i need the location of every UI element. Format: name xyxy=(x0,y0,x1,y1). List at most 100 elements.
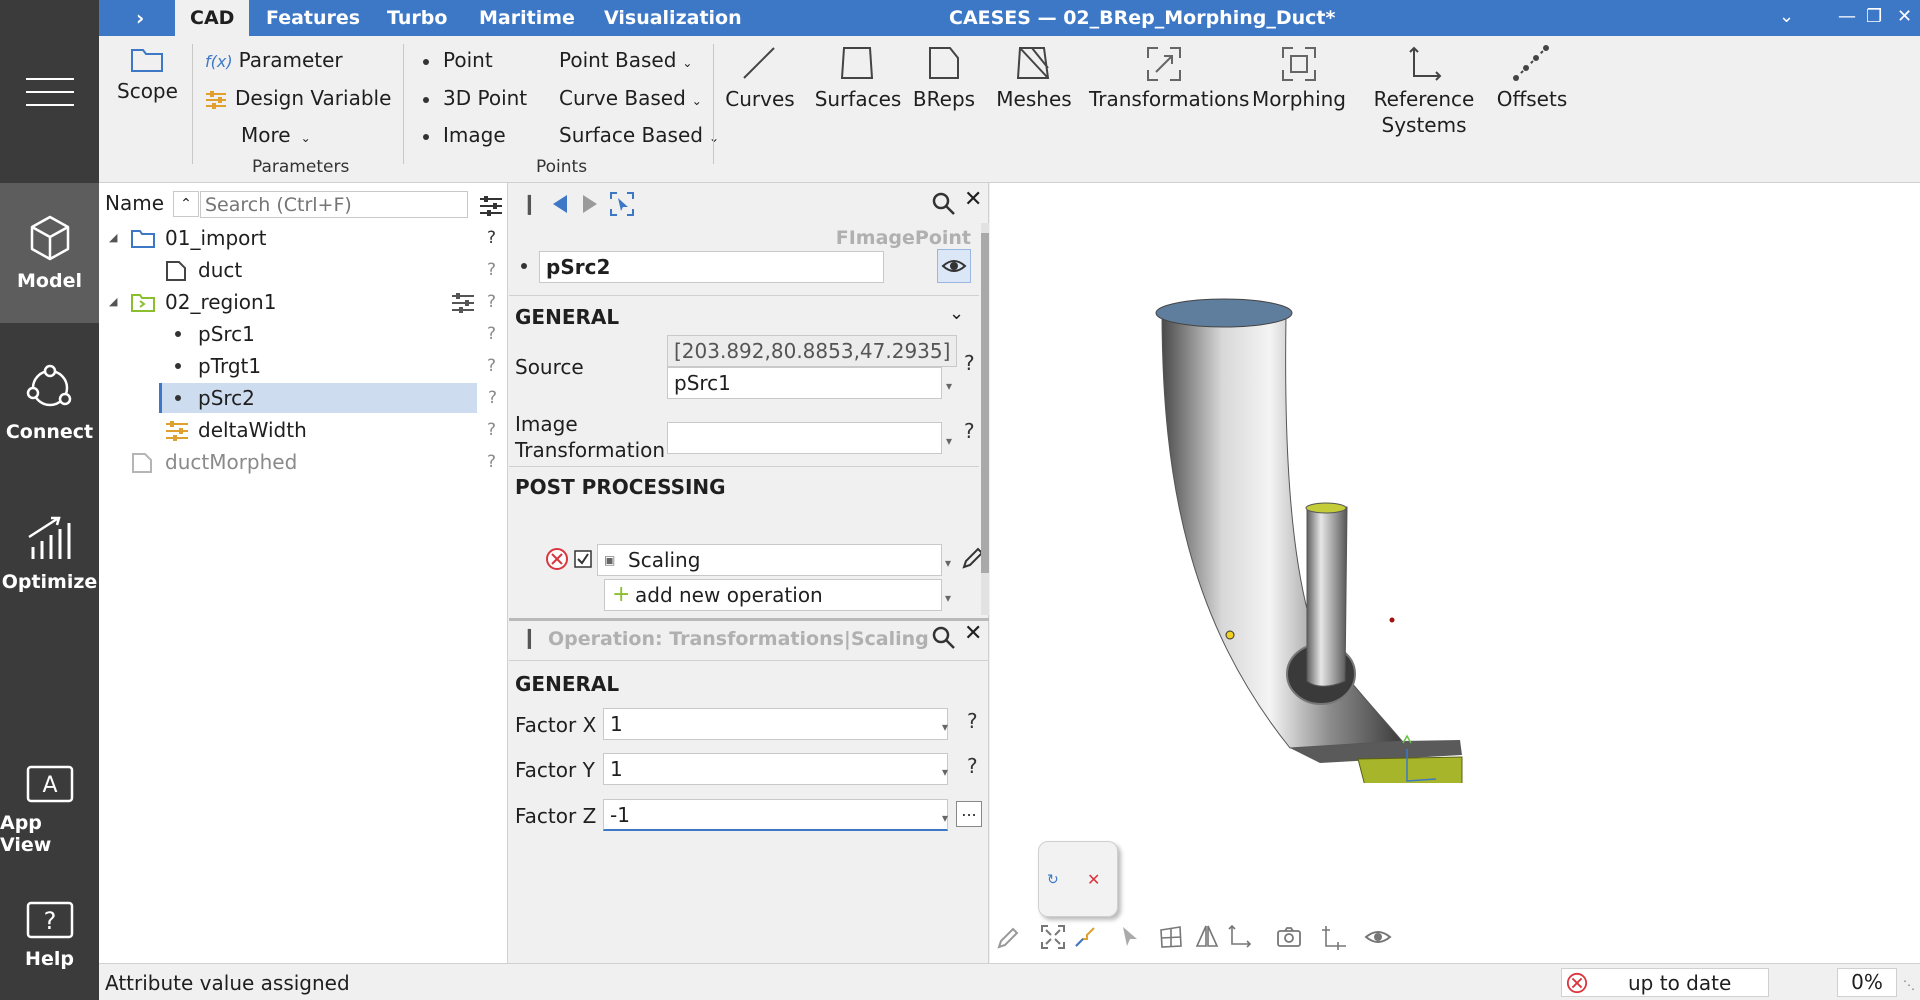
dropdown-arrow-icon[interactable]: ▾ xyxy=(942,720,948,734)
help-question-icon[interactable]: ? xyxy=(964,419,975,443)
nav-model-button[interactable]: Model xyxy=(0,183,99,323)
tree-name-column[interactable]: Name xyxy=(105,191,164,215)
nav-help-button[interactable]: ? Help xyxy=(0,875,99,995)
dropdown-arrow-icon[interactable]: ▾ xyxy=(942,765,948,779)
hamburger-menu-button[interactable] xyxy=(0,0,99,183)
ellipsis-button[interactable]: ... xyxy=(956,801,982,827)
tab-visualization[interactable]: Visualization xyxy=(589,0,757,36)
select-cursor-icon[interactable] xyxy=(1118,924,1142,950)
visibility-toggle-button[interactable] xyxy=(937,249,971,283)
dropdown-arrow-icon[interactable]: ▾ xyxy=(945,591,951,605)
factor-x-input[interactable]: 1 xyxy=(603,708,948,740)
zoom-selection-icon[interactable] xyxy=(1072,924,1098,950)
edit-pencil-icon[interactable] xyxy=(996,924,1022,950)
scrollbar-thumb[interactable] xyxy=(981,233,989,573)
add-operation-combobox[interactable]: + add new operation xyxy=(604,579,942,611)
tab-turbo[interactable]: Turbo xyxy=(372,0,462,36)
mirror-icon[interactable] xyxy=(1194,924,1220,950)
duct-model-render[interactable] xyxy=(990,183,1920,783)
expand-arrow-icon[interactable]: ◢ xyxy=(109,287,117,317)
measure-icon[interactable] xyxy=(1320,924,1348,950)
eye-icon[interactable] xyxy=(1364,924,1392,950)
point-button[interactable]: Point xyxy=(423,48,493,72)
help-question-icon[interactable]: ? xyxy=(488,383,497,413)
dropdown-arrow-icon[interactable]: ▾ xyxy=(946,379,952,393)
help-question-icon[interactable]: ? xyxy=(487,447,496,477)
help-question-icon[interactable]: ? xyxy=(487,319,496,349)
help-question-icon[interactable]: ? xyxy=(967,709,978,733)
object-name-input[interactable]: pSrc2 xyxy=(539,251,884,283)
operation-scaling-combobox[interactable]: ▣ Scaling xyxy=(597,544,942,576)
3d-viewport[interactable]: ↻ ✕ xyxy=(990,183,1920,963)
back-arrow-icon[interactable] xyxy=(551,193,569,215)
meshes-button[interactable]: Meshes xyxy=(989,44,1079,112)
collapse-chevron-icon[interactable]: ⌄ xyxy=(949,303,964,324)
help-question-icon[interactable]: ? xyxy=(487,351,496,381)
close-icon[interactable]: ✕ xyxy=(964,187,982,212)
image-point-button[interactable]: Image xyxy=(423,123,506,147)
help-question-icon[interactable]: ? xyxy=(487,415,496,445)
breps-button[interactable]: BReps xyxy=(909,44,979,112)
tree-item-ptrgt1[interactable]: pTrgt1 ? xyxy=(99,351,508,381)
resize-grip-icon[interactable]: ⋱ xyxy=(1903,978,1915,992)
parameter-button[interactable]: f(x) Parameter xyxy=(205,48,343,72)
reference-systems-button[interactable]: Reference Systems xyxy=(1369,44,1479,138)
design-variable-button[interactable]: Design Variable xyxy=(205,86,391,110)
checkbox-checked-icon[interactable] xyxy=(574,550,592,568)
filter-settings-icon[interactable] xyxy=(479,195,503,217)
expand-chevron-icon[interactable]: › xyxy=(121,0,159,36)
source-combobox[interactable]: pSrc1 xyxy=(667,367,942,399)
screenshot-camera-icon[interactable] xyxy=(1276,924,1302,950)
properties-scrollbar[interactable] xyxy=(981,223,989,615)
filter-settings-icon[interactable] xyxy=(451,293,475,313)
nav-optimize-button[interactable]: Optimize xyxy=(0,483,99,623)
curve-based-dropdown[interactable]: Curve Based ⌄ xyxy=(559,86,702,110)
tree-item-02-region1[interactable]: ◢ 02_region1 ? xyxy=(99,287,508,317)
help-question-icon[interactable]: ? xyxy=(487,255,496,285)
point-marker-yellow[interactable] xyxy=(1225,630,1235,640)
point-based-dropdown[interactable]: Point Based ⌄ xyxy=(559,48,692,72)
pin-icon[interactable]: ❙ xyxy=(521,191,538,215)
sort-up-icon[interactable]: ⌃ xyxy=(173,191,199,217)
image-transformation-combobox[interactable] xyxy=(667,422,942,454)
tree-item-ductmorphed[interactable]: ductMorphed ? xyxy=(99,447,508,477)
expand-arrow-icon[interactable]: ◢ xyxy=(109,223,117,253)
select-object-icon[interactable] xyxy=(609,191,635,217)
dropdown-arrow-icon[interactable]: ▾ xyxy=(946,434,952,448)
search-icon[interactable] xyxy=(931,625,957,651)
view-cube[interactable]: ↻ ✕ xyxy=(1038,841,1118,917)
surface-based-dropdown[interactable]: Surface Based⌄ xyxy=(559,123,719,147)
nav-connect-button[interactable]: Connect xyxy=(0,333,99,473)
more-dropdown[interactable]: More ⌄ xyxy=(241,123,311,147)
minimize-icon[interactable]: — xyxy=(1838,0,1856,34)
help-question-icon[interactable]: ? xyxy=(967,754,978,778)
help-question-icon[interactable]: ? xyxy=(487,223,496,253)
tree-item-psrc1[interactable]: pSrc1 ? xyxy=(99,319,508,349)
tree-item-psrc2-selected[interactable]: pSrc2 xyxy=(159,383,477,413)
coordinate-system-icon[interactable] xyxy=(1226,924,1252,950)
grid-view-icon[interactable] xyxy=(1158,924,1184,950)
tree-item-duct[interactable]: duct ? xyxy=(99,255,508,285)
restore-icon[interactable]: ❐ xyxy=(1866,0,1882,34)
panel-splitter[interactable] xyxy=(509,618,989,621)
tree-item-01-import[interactable]: ◢ 01_import ? xyxy=(99,223,508,253)
point-marker-red[interactable] xyxy=(1389,617,1395,623)
forward-arrow-icon[interactable] xyxy=(581,193,599,215)
help-question-icon[interactable]: ? xyxy=(964,351,975,375)
morphing-button[interactable]: Morphing xyxy=(1244,44,1354,112)
factor-z-input[interactable]: -1 xyxy=(603,799,948,831)
close-icon[interactable]: ✕ xyxy=(964,621,982,646)
tree-item-deltawidth[interactable]: deltaWidth ? xyxy=(99,415,508,445)
help-question-icon[interactable]: ? xyxy=(487,287,496,317)
tree-search-input[interactable] xyxy=(200,191,468,218)
curves-button[interactable]: Curves xyxy=(721,44,799,112)
tab-maritime[interactable]: Maritime xyxy=(464,0,590,36)
pin-icon[interactable]: ❙ xyxy=(521,625,538,649)
search-icon[interactable] xyxy=(931,191,957,217)
scope-button[interactable]: Scope xyxy=(117,44,178,104)
close-window-icon[interactable]: ✕ xyxy=(1897,0,1912,34)
factor-y-input[interactable]: 1 xyxy=(603,753,948,785)
dropdown-arrow-icon[interactable]: ▾ xyxy=(945,556,951,570)
dropdown-arrow-icon[interactable]: ▾ xyxy=(942,811,948,825)
3d-point-button[interactable]: 3D Point xyxy=(423,86,527,110)
